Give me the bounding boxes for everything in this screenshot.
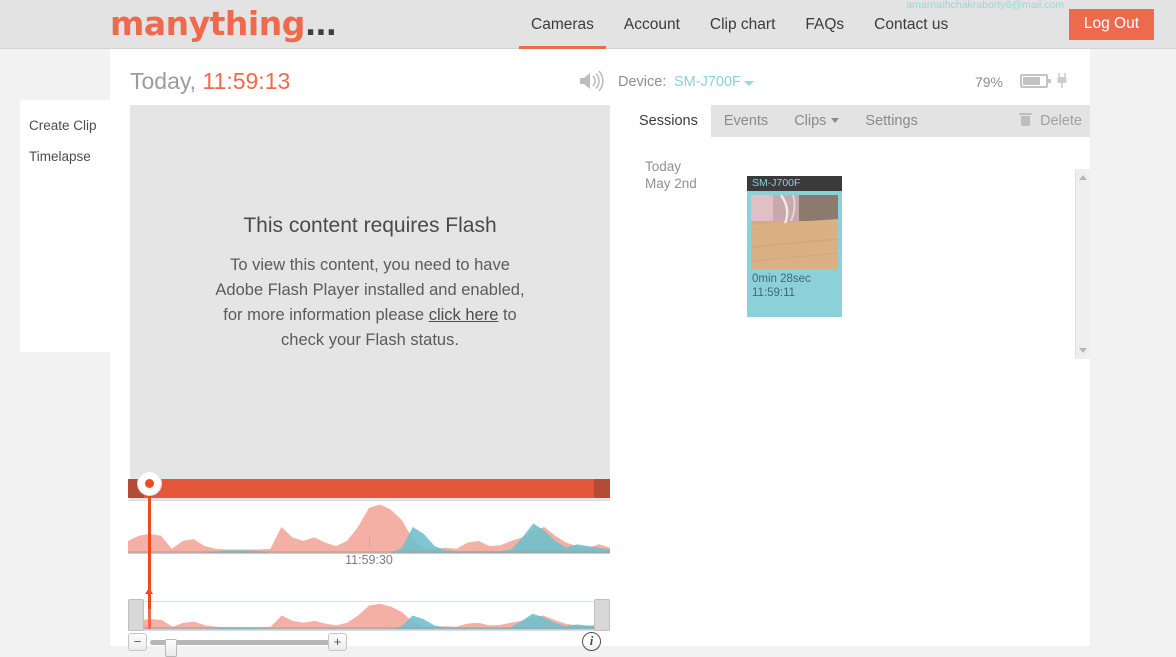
nav-item-account[interactable]: Account xyxy=(609,0,695,49)
sidebar-item-timelapse[interactable]: Timelapse xyxy=(20,141,110,172)
session-thumbnail[interactable] xyxy=(751,195,838,269)
session-date-label: Today May 2nd xyxy=(645,159,697,192)
speaker-on-icon[interactable] xyxy=(578,69,604,93)
trash-lid xyxy=(1019,113,1032,115)
power-plug-icon xyxy=(1056,72,1068,90)
trash-icon xyxy=(1020,113,1031,126)
tab-sessions-label: Sessions xyxy=(639,113,698,129)
battery-icon xyxy=(1020,74,1048,88)
overview-right-handle[interactable] xyxy=(594,599,610,631)
thumbnail-image xyxy=(751,195,838,269)
info-icon[interactable]: i xyxy=(582,632,601,651)
zoom-out-button[interactable]: − xyxy=(128,633,147,651)
date-prefix-label: Today, xyxy=(130,68,202,94)
tab-events[interactable]: Events xyxy=(711,105,781,137)
session-details: 0min 28sec 11:59:11 xyxy=(752,272,811,300)
battery-percent-label: 79% xyxy=(975,74,1003,90)
current-time-label: 11:59:13 xyxy=(202,68,290,94)
tab-sessions[interactable]: Sessions xyxy=(626,105,711,137)
timeline-overview[interactable] xyxy=(128,599,610,631)
video-viewer: This content requires Flash To view this… xyxy=(130,105,610,528)
logo-text: manything xyxy=(110,4,305,43)
nav-item-cameras[interactable]: Cameras xyxy=(516,0,609,49)
main-content: Today, 11:59:13 Device: SM-J700F 79% Thi… xyxy=(110,49,1090,646)
session-start-time: 11:59:11 xyxy=(752,287,795,299)
timeline-recording-bar[interactable] xyxy=(128,479,610,498)
session-duration: 0min 28sec xyxy=(752,273,811,285)
trash-can xyxy=(1021,116,1030,126)
timeline-zoom-controls: − + i xyxy=(128,633,610,657)
flash-message-line4: check your Flash status. xyxy=(281,331,459,349)
sidebar-item-create-clip[interactable]: Create Clip xyxy=(20,110,110,141)
delete-button[interactable]: Delete xyxy=(1018,105,1082,137)
scroll-down-arrow-icon[interactable] xyxy=(1079,348,1087,353)
nav-item-contact-us[interactable]: Contact us xyxy=(859,0,963,49)
session-date-value: May 2nd xyxy=(645,176,697,191)
device-selector-value[interactable]: SM-J700F xyxy=(674,74,741,90)
session-device-name: SM-J700F xyxy=(747,176,842,191)
device-label: Device: xyxy=(618,74,666,90)
sidebar: Create Clip Timelapse xyxy=(20,100,110,352)
tab-settings[interactable]: Settings xyxy=(852,105,930,137)
sessions-scrollbar[interactable] xyxy=(1075,169,1090,359)
page-title: Today, 11:59:13 xyxy=(130,68,290,95)
sessions-list: Today May 2nd SM-J700F xyxy=(626,137,1090,391)
overview-area-chart xyxy=(129,602,609,630)
nav-item-faqs[interactable]: FAQs xyxy=(790,0,859,49)
session-item[interactable]: SM-J700F 0min 28sec xyxy=(747,191,842,317)
flash-help-link[interactable]: click here xyxy=(429,306,499,324)
panel-tab-bar: Sessions Events Clips Settings Delete xyxy=(626,105,1090,137)
playhead-handle[interactable] xyxy=(138,472,161,495)
side-panel: Sessions Events Clips Settings Delete To… xyxy=(626,105,1090,391)
flash-required-message: To view this content, you need to have A… xyxy=(140,253,600,353)
timeline-overview-track[interactable] xyxy=(128,601,610,631)
flash-required-title: This content requires Flash xyxy=(130,214,610,238)
timeline-bar-right-cap xyxy=(594,479,610,498)
chevron-down-icon[interactable] xyxy=(744,81,754,86)
flash-message-line2: Adobe Flash Player installed and enabled… xyxy=(215,281,524,299)
app-logo[interactable]: manything... xyxy=(110,4,336,43)
timeline[interactable]: 11:59:30 xyxy=(128,479,610,604)
session-date-today: Today xyxy=(645,159,681,174)
flash-message-line3a: for more information please xyxy=(223,306,428,324)
timeline-playhead[interactable] xyxy=(148,481,151,609)
zoom-slider-track[interactable] xyxy=(150,640,346,645)
tab-settings-label: Settings xyxy=(865,113,917,129)
nav-item-clip-chart[interactable]: Clip chart xyxy=(695,0,790,49)
tab-clips-label: Clips xyxy=(794,113,826,129)
zoom-slider-thumb[interactable] xyxy=(165,639,177,657)
scroll-up-arrow-icon[interactable] xyxy=(1079,175,1087,180)
timeline-center-time-label: 11:59:30 xyxy=(128,553,610,567)
flash-message-line1: To view this content, you need to have xyxy=(230,256,510,274)
tab-clips[interactable]: Clips xyxy=(781,105,852,137)
tab-events-label: Events xyxy=(724,113,768,129)
zoom-in-button[interactable]: + xyxy=(328,633,347,651)
delete-button-label: Delete xyxy=(1040,113,1082,129)
main-nav: Cameras Account Clip chart FAQs Contact … xyxy=(516,0,963,49)
overview-left-handle[interactable] xyxy=(128,599,144,631)
top-navigation-bar: manything... amarnathchakraborty6@mail.c… xyxy=(0,0,1176,49)
flash-message-line3b: to xyxy=(498,306,516,324)
logout-button[interactable]: Log Out xyxy=(1069,9,1154,40)
timeline-center-tick xyxy=(369,536,370,548)
logo-dots: ... xyxy=(305,8,336,43)
chevron-down-icon xyxy=(831,118,839,123)
